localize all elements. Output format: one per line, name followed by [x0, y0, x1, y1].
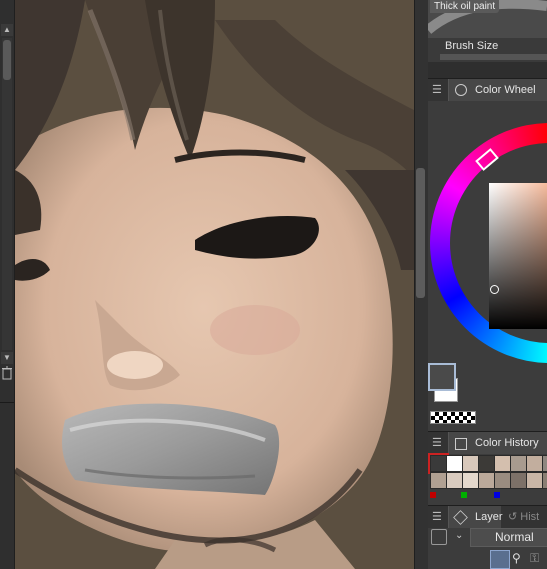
canvas-vertical-scrollbar-thumb[interactable] — [416, 168, 425, 298]
color-history-swatch[interactable] — [494, 472, 511, 489]
transparent-color-swatch[interactable] — [430, 411, 476, 424]
lock-icon[interactable]: ⚿ — [530, 550, 546, 567]
color-history-header: ☰ Color History — [428, 431, 547, 455]
painting-artwork — [15, 0, 414, 569]
left-scrollbar-track[interactable] — [2, 38, 12, 350]
chevron-down-icon[interactable]: ⌄ — [455, 529, 467, 543]
layer-property-icon[interactable] — [431, 529, 447, 545]
color-history-swatch[interactable] — [462, 472, 479, 489]
layer-clip-icon[interactable] — [490, 550, 510, 569]
brush-name-label: Thick oil paint — [430, 0, 500, 13]
red-marker — [430, 492, 436, 498]
tab-layer-label: Layer — [475, 511, 503, 523]
tab-color-wheel-label: Color Wheel — [475, 84, 536, 96]
brush-size-slider[interactable] — [440, 54, 547, 60]
tab-history[interactable]: ↺ Hist — [502, 506, 547, 528]
color-history-swatch[interactable] — [446, 455, 463, 472]
color-history-swatch[interactable] — [542, 455, 547, 472]
brush-preview[interactable]: Thick oil paint — [428, 0, 547, 38]
drawing-canvas[interactable] — [15, 0, 414, 569]
color-picker-cursor[interactable] — [490, 285, 499, 294]
color-history-swatch[interactable] — [494, 455, 511, 472]
panel-gap — [428, 62, 547, 78]
color-history-swatch[interactable] — [462, 455, 479, 472]
panel-menu-icon[interactable]: ☰ — [432, 506, 442, 528]
color-history-swatch[interactable] — [526, 472, 543, 489]
strip-divider — [0, 402, 14, 403]
color-history-swatch[interactable] — [510, 455, 527, 472]
main-color-swatch[interactable] — [428, 363, 456, 391]
right-panel: Thick oil paint Brush Size ☰ Color Wheel… — [428, 0, 547, 569]
green-marker — [461, 492, 467, 498]
color-history-swatch[interactable] — [430, 472, 447, 489]
tab-color-history-label: Color History — [475, 437, 539, 449]
panel-menu-icon[interactable]: ☰ — [432, 79, 442, 101]
color-history-swatch[interactable] — [428, 453, 449, 474]
layer-body: ⌄ Normal ⚲ ⚿ — [428, 528, 547, 569]
color-history-swatch[interactable] — [478, 455, 495, 472]
tab-color-history[interactable]: Color History — [448, 432, 547, 454]
color-history-swatch[interactable] — [542, 472, 547, 489]
left-tool-strip: ▲ ▼ — [0, 0, 15, 569]
scroll-up-icon[interactable]: ▲ — [1, 24, 13, 36]
color-wheel-tab-icon — [455, 84, 467, 96]
color-history-tab-icon — [455, 438, 467, 450]
tab-color-wheel[interactable]: Color Wheel — [448, 79, 547, 101]
blend-mode-select[interactable]: Normal — [470, 528, 547, 547]
brush-size-row[interactable]: Brush Size — [428, 38, 547, 62]
lighthouse-icon[interactable]: ⚲ — [512, 550, 528, 567]
trash-icon[interactable] — [1, 366, 13, 380]
color-history-swatch[interactable] — [526, 455, 543, 472]
blue-marker — [494, 492, 500, 498]
saturation-value-square[interactable] — [489, 183, 547, 329]
left-scrollbar-thumb[interactable] — [3, 40, 11, 80]
blend-mode-value: Normal — [495, 530, 534, 544]
color-wheel-header: ☰ Color Wheel — [428, 78, 547, 102]
scroll-down-icon[interactable]: ▼ — [1, 352, 13, 364]
tab-history-label: Hist — [520, 511, 540, 523]
layer-header: ☰ Layer ↺ Hist — [428, 505, 547, 529]
color-history-swatch[interactable] — [510, 472, 527, 489]
color-history-swatch[interactable] — [446, 472, 463, 489]
layer-tab-icon — [453, 510, 468, 525]
panel-menu-icon[interactable]: ☰ — [432, 432, 442, 454]
color-history-body — [428, 453, 547, 502]
history-tab-icon: ↺ — [508, 511, 518, 523]
tab-layer[interactable]: Layer — [448, 506, 503, 528]
color-wheel-body — [428, 101, 547, 429]
brush-size-label: Brush Size — [445, 40, 499, 52]
color-history-swatch[interactable] — [478, 472, 495, 489]
